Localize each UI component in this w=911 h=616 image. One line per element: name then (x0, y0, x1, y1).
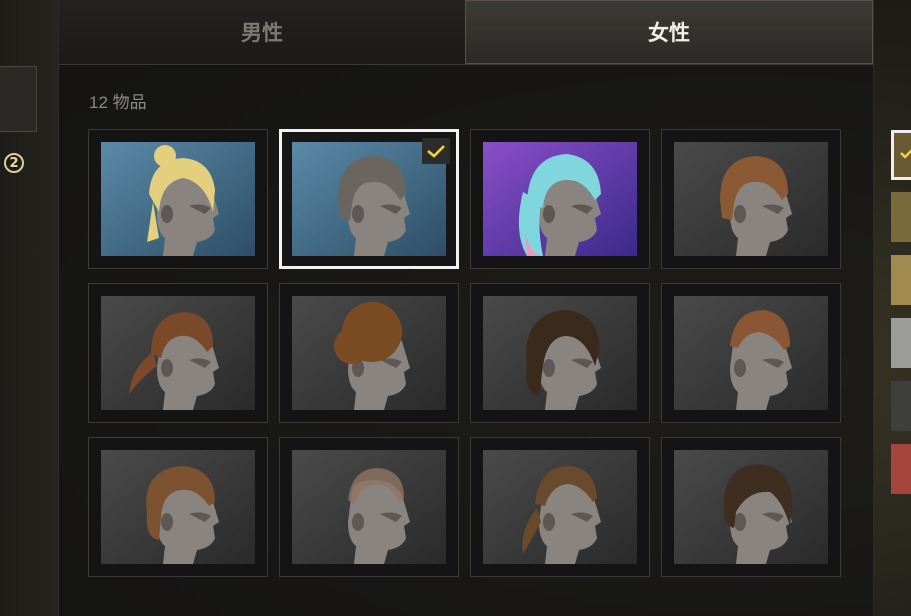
hair-thumbnail (483, 142, 637, 256)
hair-option-auburn-ponytail-hair[interactable] (88, 283, 268, 423)
hair-thumbnail (101, 450, 255, 564)
hair-option-blonde-bun-hair[interactable] (88, 129, 268, 269)
head-portrait-image (101, 450, 255, 564)
head-portrait-image (674, 296, 828, 410)
head-portrait-image (101, 296, 255, 410)
hair-option-cyan-pink-pigtails-hair[interactable] (470, 129, 650, 269)
hair-thumbnail (292, 450, 446, 564)
head-portrait-image (292, 450, 446, 564)
hair-color-swatch[interactable] (891, 318, 911, 368)
head-portrait-image (483, 450, 637, 564)
tab-female[interactable]: 女性 (465, 0, 873, 64)
head-portrait-image (292, 296, 446, 410)
hair-option-side-swept-hair[interactable] (661, 437, 841, 577)
hair-thumbnail (483, 450, 637, 564)
head-portrait-image (483, 142, 637, 256)
hair-thumbnail (483, 296, 637, 410)
item-count-label: 12 物品 (89, 93, 147, 112)
selected-check-icon (422, 138, 450, 164)
hair-option-auburn-bob-hair[interactable] (661, 129, 841, 269)
hair-option-dark-curly-hair[interactable] (470, 283, 650, 423)
hair-option-slicked-ponytail-hair[interactable] (470, 437, 650, 577)
hair-thumbnail (674, 450, 828, 564)
hair-color-swatch[interactable] (891, 381, 911, 431)
hair-color-swatch[interactable] (891, 192, 911, 242)
hair-thumbnail (101, 296, 255, 410)
gender-tabs: 男性 女性 (59, 0, 873, 65)
step-number-badge: 2 (4, 153, 24, 173)
hair-option-undercut-hair[interactable] (661, 283, 841, 423)
hair-color-swatch[interactable] (891, 255, 911, 305)
hair-option-short-dark-bob-hair[interactable] (279, 129, 459, 269)
hair-thumbnail (674, 296, 828, 410)
hair-thumbnail (674, 142, 828, 256)
hair-color-swatch[interactable] (891, 444, 911, 494)
tab-male[interactable]: 男性 (59, 0, 465, 64)
head-portrait-image (483, 296, 637, 410)
hair-thumbnail (292, 296, 446, 410)
hair-option-buzzcut-hair[interactable] (279, 437, 459, 577)
head-portrait-image (674, 142, 828, 256)
left-category-button[interactable] (0, 66, 37, 132)
hair-selection-panel: 男性 女性 12 物品 (58, 0, 874, 616)
swatch-check-icon (900, 149, 911, 159)
head-portrait-image (674, 450, 828, 564)
head-portrait-image (101, 142, 255, 256)
hair-option-wavy-bob-hair[interactable] (88, 437, 268, 577)
hair-color-swatch[interactable] (891, 130, 911, 180)
hair-thumbnail (101, 142, 255, 256)
hair-option-afro-hair[interactable] (279, 283, 459, 423)
